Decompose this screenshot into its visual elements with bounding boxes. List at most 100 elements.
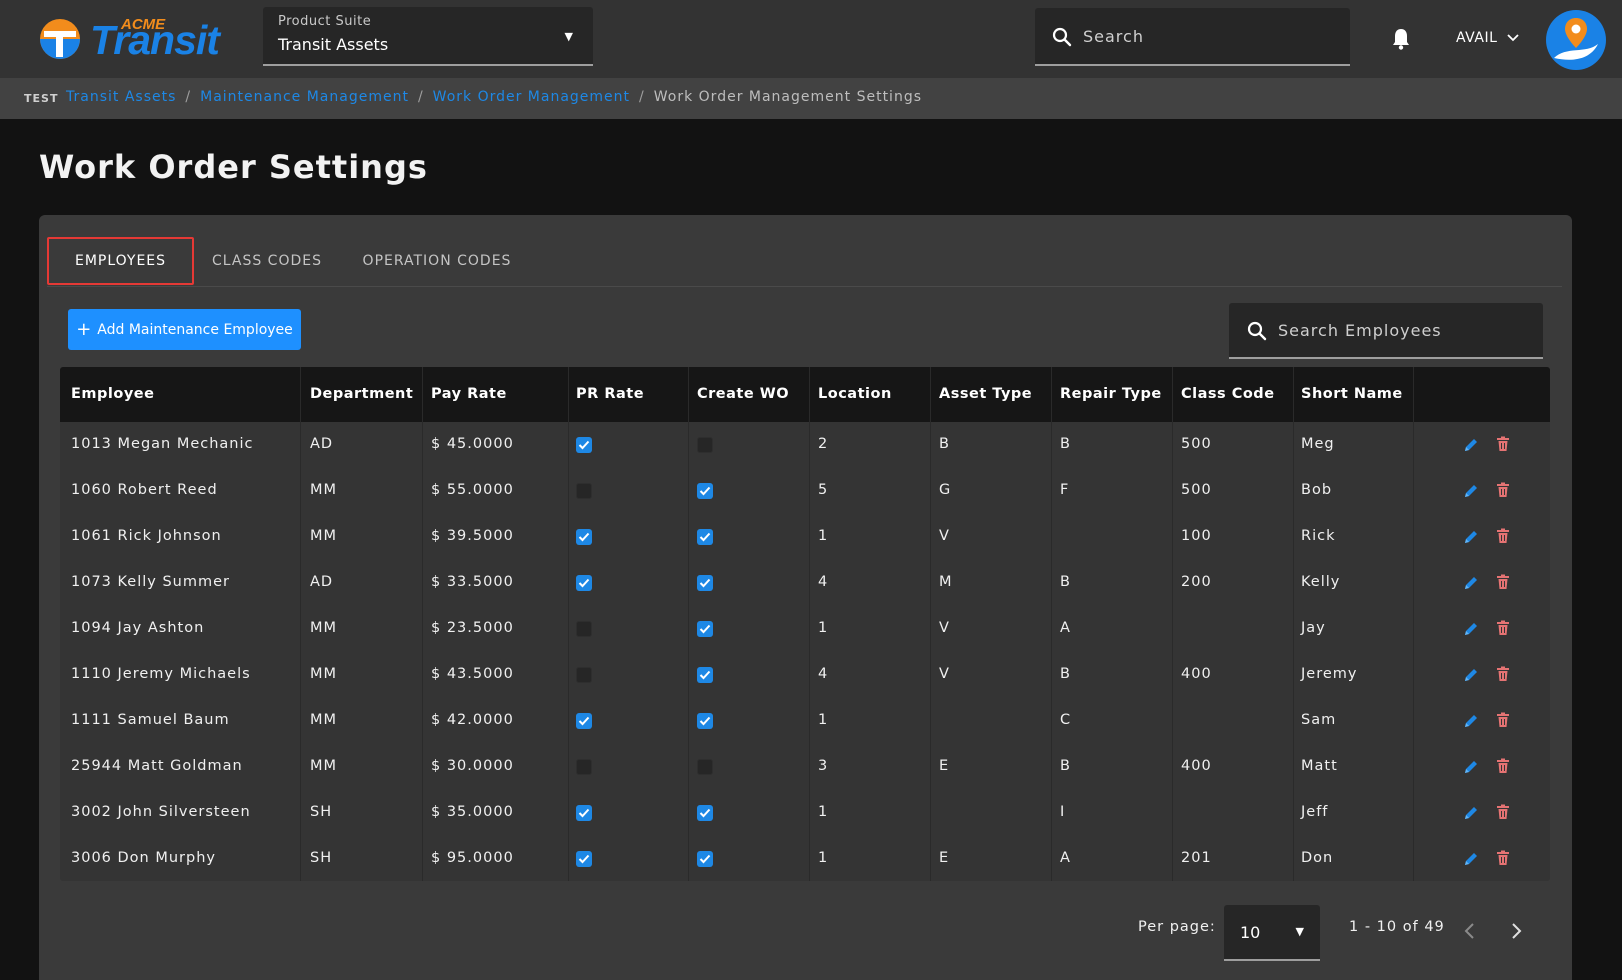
bell-icon[interactable]	[1391, 28, 1411, 50]
col-header-create-wo[interactable]: Create WO	[697, 386, 789, 402]
edit-icon[interactable]	[1463, 851, 1479, 871]
table-row[interactable]: 25944 Matt Goldman MM $ 30.0000 3 E B 400 Matt	[60, 744, 1550, 790]
cell-pr-rate-checkbox[interactable]	[576, 667, 592, 683]
cell-create-wo-checkbox[interactable]	[697, 621, 713, 637]
avatar[interactable]	[1546, 10, 1606, 70]
cell-pr-rate-checkbox[interactable]	[576, 805, 592, 821]
cell-create-wo-checkbox[interactable]	[697, 575, 713, 591]
product-suite-select[interactable]: Product Suite Transit Assets ▼	[263, 7, 593, 66]
col-header-location[interactable]: Location	[818, 386, 892, 402]
table-row[interactable]: 1110 Jeremy Michaels MM $ 43.5000 4 V B 400 Jer…	[60, 652, 1550, 698]
edit-icon[interactable]	[1463, 667, 1479, 687]
cell-create-wo-checkbox[interactable]	[697, 437, 713, 453]
edit-icon[interactable]	[1463, 437, 1479, 457]
col-header-class-code[interactable]: Class Code	[1181, 386, 1275, 402]
table-row[interactable]: 1073 Kelly Summer AD $ 33.5000 4 M B 200 Kelly	[60, 560, 1550, 606]
edit-icon[interactable]	[1463, 759, 1479, 779]
cell-pr-rate-checkbox[interactable]	[576, 483, 592, 499]
cell-create-wo-checkbox[interactable]	[697, 851, 713, 867]
trash-icon[interactable]	[1496, 758, 1510, 778]
col-header-pay-rate[interactable]: Pay Rate	[431, 386, 507, 402]
cell-repair-type: A	[1060, 850, 1071, 866]
table-row[interactable]: 1060 Robert Reed MM $ 55.0000 5 G F 500 Bob	[60, 468, 1550, 514]
cell-create-wo-checkbox[interactable]	[697, 529, 713, 545]
cell-employee: 1110 Jeremy Michaels	[71, 666, 251, 682]
breadcrumb: Transit Assets / Maintenance Management / Wo…	[66, 89, 922, 105]
trash-icon[interactable]	[1496, 850, 1510, 870]
trash-icon[interactable]	[1496, 528, 1510, 548]
cell-employee: 1013 Megan Mechanic	[71, 436, 254, 452]
cell-class-code: 400	[1181, 666, 1212, 682]
cell-create-wo-checkbox[interactable]	[697, 667, 713, 683]
cell-repair-type: B	[1060, 436, 1071, 452]
edit-icon[interactable]	[1463, 805, 1479, 825]
edit-icon[interactable]	[1463, 713, 1479, 733]
cell-repair-type: B	[1060, 574, 1071, 590]
cell-create-wo-checkbox[interactable]	[697, 759, 713, 775]
cell-location: 3	[818, 758, 829, 774]
col-header-pr-rate[interactable]: PR Rate	[576, 386, 644, 402]
cell-employee: 1060 Robert Reed	[71, 482, 218, 498]
cell-pr-rate-checkbox[interactable]	[576, 437, 592, 453]
cell-asset-type: V	[939, 666, 950, 682]
cell-pr-rate-checkbox[interactable]	[576, 759, 592, 775]
tab-operation-codes[interactable]: OPERATION CODES	[347, 237, 527, 285]
cell-create-wo-checkbox[interactable]	[697, 483, 713, 499]
breadcrumb-link-work-order-management[interactable]: Work Order Management	[433, 89, 630, 105]
cell-department: MM	[310, 482, 338, 498]
trash-icon[interactable]	[1496, 804, 1510, 824]
chevron-right-icon[interactable]	[1511, 922, 1523, 940]
acme-transit-logo[interactable]: ACME Transit	[38, 14, 228, 63]
top-bar: ACME Transit Product Suite Transit Asset…	[0, 0, 1622, 78]
chevron-down-icon[interactable]	[1507, 32, 1519, 42]
tab-employees[interactable]: EMPLOYEES	[47, 237, 194, 285]
cell-pr-rate-checkbox[interactable]	[576, 621, 592, 637]
map-pin-avatar-icon	[1554, 18, 1598, 60]
cell-pr-rate-checkbox[interactable]	[576, 713, 592, 729]
breadcrumb-link-maintenance-management[interactable]: Maintenance Management	[200, 89, 409, 105]
cell-asset-type: V	[939, 528, 950, 544]
chevron-left-icon[interactable]	[1463, 922, 1475, 940]
tab-class-codes[interactable]: CLASS CODES	[197, 237, 337, 285]
col-header-repair-type[interactable]: Repair Type	[1060, 386, 1162, 402]
cell-asset-type: E	[939, 850, 950, 866]
table-row[interactable]: 3006 Don Murphy SH $ 95.0000 1 E A 201 Don	[60, 836, 1550, 881]
trash-icon[interactable]	[1496, 436, 1510, 456]
cell-pr-rate-checkbox[interactable]	[576, 529, 592, 545]
edit-icon[interactable]	[1463, 483, 1479, 503]
cell-create-wo-checkbox[interactable]	[697, 805, 713, 821]
employee-search-input[interactable]: Search Employees	[1229, 303, 1543, 359]
add-maintenance-employee-button[interactable]: + Add Maintenance Employee	[68, 309, 301, 350]
cell-pay-rate: $ 23.5000	[431, 620, 514, 636]
page-title: Work Order Settings	[39, 148, 428, 186]
cell-short-name: Jeff	[1301, 804, 1329, 820]
edit-icon[interactable]	[1463, 621, 1479, 641]
cell-create-wo-checkbox[interactable]	[697, 713, 713, 729]
cell-short-name: Bob	[1301, 482, 1333, 498]
user-menu-label[interactable]: AVAIL	[1456, 30, 1497, 46]
cell-pr-rate-checkbox[interactable]	[576, 851, 592, 867]
cell-location: 1	[818, 528, 829, 544]
trash-icon[interactable]	[1496, 666, 1510, 686]
trash-icon[interactable]	[1496, 482, 1510, 502]
trash-icon[interactable]	[1496, 620, 1510, 640]
trash-icon[interactable]	[1496, 574, 1510, 594]
table-row[interactable]: 1013 Megan Mechanic AD $ 45.0000 2 B B 500 Meg	[60, 422, 1550, 468]
cell-pay-rate: $ 45.0000	[431, 436, 514, 452]
trash-icon[interactable]	[1496, 712, 1510, 732]
table-row[interactable]: 1111 Samuel Baum MM $ 42.0000 1 C Sam	[60, 698, 1550, 744]
per-page-select[interactable]: 10 ▼	[1224, 905, 1320, 961]
edit-icon[interactable]	[1463, 529, 1479, 549]
cell-short-name: Kelly	[1301, 574, 1341, 590]
table-row[interactable]: 3002 John Silversteen SH $ 35.0000 1 I Jeff	[60, 790, 1550, 836]
col-header-short-name[interactable]: Short Name	[1301, 386, 1403, 402]
cell-pr-rate-checkbox[interactable]	[576, 575, 592, 591]
table-row[interactable]: 1061 Rick Johnson MM $ 39.5000 1 V 100 Rick	[60, 514, 1550, 560]
edit-icon[interactable]	[1463, 575, 1479, 595]
col-header-employee[interactable]: Employee	[71, 386, 154, 402]
col-header-asset-type[interactable]: Asset Type	[939, 386, 1032, 402]
global-search-input[interactable]: Search	[1035, 8, 1350, 66]
col-header-department[interactable]: Department	[310, 386, 413, 402]
breadcrumb-link-transit-assets[interactable]: Transit Assets	[66, 89, 176, 105]
table-row[interactable]: 1094 Jay Ashton MM $ 23.5000 1 V A Jay	[60, 606, 1550, 652]
